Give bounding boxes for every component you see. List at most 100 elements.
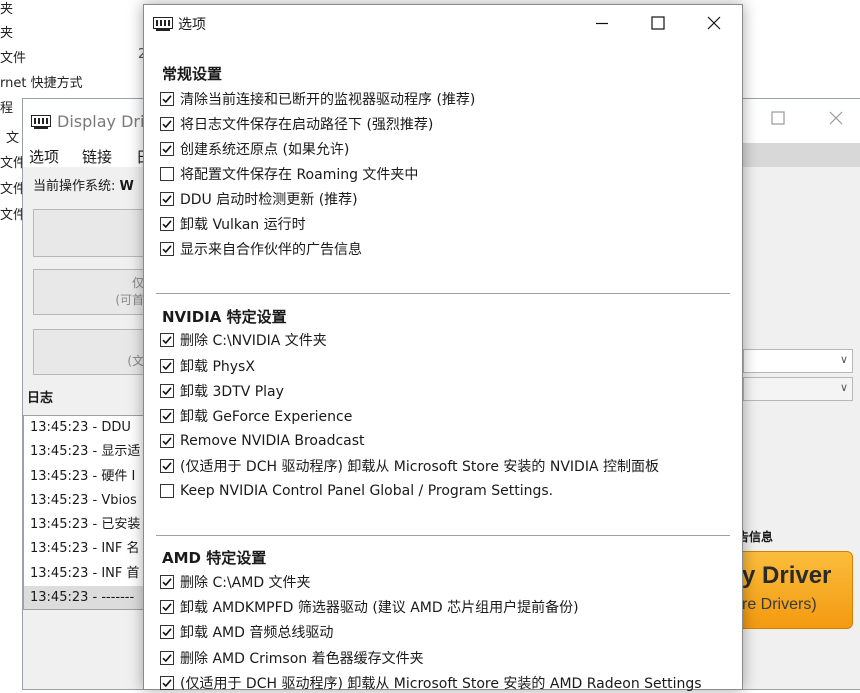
checkbox[interactable] <box>160 384 174 398</box>
banner-line: re Drivers) <box>742 596 817 613</box>
option-save-config-roaming[interactable]: 将配置文件保存在 Roaming 文件夹中 <box>160 164 418 184</box>
checkbox[interactable] <box>160 434 174 448</box>
option-remove-amdkmpfd[interactable]: 卸载 AMDKMPFD 筛选器驱动 (建议 AMD 芯片组用户提前备份) <box>160 597 579 617</box>
checkmark-icon <box>162 462 172 471</box>
menu-links[interactable]: 链接 <box>82 146 112 167</box>
close-icon[interactable] <box>829 109 843 130</box>
log-list[interactable]: 13:45:23 - DDU 13:45:23 - 显示适 13:45:23 -… <box>23 415 148 610</box>
option-label: 将配置文件保存在 Roaming 文件夹中 <box>180 167 419 183</box>
checkbox[interactable] <box>160 600 174 614</box>
option-remove-store-radeon-settings[interactable]: (仅适用于 DCH 驱动程序) 卸载从 Microsoft Store 安装的 … <box>160 673 702 693</box>
option-label: DDU 启动时检测更新 (推荐) <box>180 192 358 208</box>
checkmark-icon <box>162 95 172 104</box>
clean-shutdown-button[interactable]: (文 <box>33 329 149 375</box>
log-line[interactable]: 13:45:23 - 硬件 I <box>24 465 147 489</box>
checkbox[interactable] <box>160 217 174 231</box>
log-label: 日志 <box>27 391 54 406</box>
dialog-title: 选项 <box>178 17 206 33</box>
checkmark-icon <box>162 628 172 637</box>
sponsor-banner[interactable]: y Driver re Drivers) <box>733 551 853 629</box>
explorer-item[interactable]: 程 <box>0 97 13 116</box>
maximize-icon[interactable] <box>771 109 785 130</box>
checkmark-icon <box>162 120 172 129</box>
option-check-updates[interactable]: DDU 启动时检测更新 (推荐) <box>160 189 358 209</box>
close-button[interactable] <box>690 5 738 41</box>
close-icon <box>707 16 721 30</box>
ddu-app-icon <box>31 113 51 133</box>
log-line[interactable]: 13:45:23 - 显示适 <box>24 440 147 464</box>
option-show-partner-ads[interactable]: 显示来自合作伙伴的广告信息 <box>160 239 362 259</box>
option-remove-physx[interactable]: 卸载 PhysX <box>160 356 255 376</box>
option-create-restore-point[interactable]: 创建系统还原点 (如果允许) <box>160 139 349 159</box>
checkmark-icon <box>162 195 172 204</box>
device-select[interactable]: ∨ <box>743 377 853 401</box>
checkbox[interactable] <box>160 409 174 423</box>
explorer-item[interactable]: 夹 <box>0 0 13 17</box>
section-divider <box>156 535 730 536</box>
explorer-item[interactable]: 文件 <box>0 47 26 66</box>
option-label: 卸载 Vulkan 运行时 <box>180 217 306 233</box>
checkmark-icon <box>162 387 172 396</box>
option-save-log-startup-path[interactable]: 将日志文件保存在启动路径下 (强烈推荐) <box>160 114 433 134</box>
log-line[interactable]: 13:45:23 - INF 首 <box>24 562 147 586</box>
checkbox[interactable] <box>160 242 174 256</box>
option-delete-crimson-shader-cache[interactable]: 删除 AMD Crimson 着色器缓存文件夹 <box>160 648 424 668</box>
clean-restart-button[interactable] <box>33 209 149 257</box>
clean-no-restart-button[interactable]: 仅 (可首 <box>33 269 149 315</box>
option-keep-nvidia-control-panel-settings[interactable]: Keep NVIDIA Control Panel Global / Progr… <box>160 481 553 501</box>
checkbox[interactable] <box>160 333 174 347</box>
option-remove-geforce-experience[interactable]: 卸载 GeForce Experience <box>160 406 352 426</box>
log-line[interactable]: 13:45:23 - Vbios <box>24 489 147 513</box>
device-type-select[interactable]: ∨ <box>743 349 853 373</box>
checkbox[interactable] <box>160 459 174 473</box>
log-line[interactable]: 13:45:23 - INF 名 <box>24 537 147 561</box>
checkmark-icon <box>162 145 172 154</box>
checkmark-icon <box>162 437 172 446</box>
checkbox[interactable] <box>160 92 174 106</box>
option-remove-store-nvidia-control-panel[interactable]: (仅适用于 DCH 驱动程序) 卸载从 Microsoft Store 安装的 … <box>160 456 659 476</box>
log-line[interactable]: 13:45:23 - 已安装 <box>24 513 147 537</box>
option-label: 将日志文件保存在启动路径下 (强烈推荐) <box>180 117 434 133</box>
option-delete-nvidia-folder[interactable]: 删除 C:\NVIDIA 文件夹 <box>160 330 327 350</box>
checkmark-icon <box>162 220 172 229</box>
option-label: 显示来自合作伙伴的广告信息 <box>180 242 362 258</box>
option-remove-amd-audio-bus[interactable]: 卸载 AMD 音频总线驱动 <box>160 622 333 642</box>
option-label: 创建系统还原点 (如果允许) <box>180 142 350 158</box>
checkbox[interactable] <box>160 625 174 639</box>
explorer-item[interactable]: rnet 快捷方式 <box>0 72 83 91</box>
option-remove-nvidia-broadcast[interactable]: Remove NVIDIA Broadcast <box>160 431 365 451</box>
checkbox[interactable] <box>160 484 174 498</box>
os-label: 当前操作系统: <box>33 179 116 194</box>
option-clean-monitor-drivers[interactable]: 清除当前连接和已断开的监视器驱动程序 (推荐) <box>160 89 475 109</box>
option-label: 卸载 AMD 音频总线驱动 <box>180 625 334 641</box>
option-label: (仅适用于 DCH 驱动程序) 卸载从 Microsoft Store 安装的 … <box>180 676 702 692</box>
menu-options[interactable]: 选项 <box>29 146 59 167</box>
option-remove-3dtv-play[interactable]: 卸载 3DTV Play <box>160 381 284 401</box>
checkbox[interactable] <box>160 575 174 589</box>
option-label: 删除 AMD Crimson 着色器缓存文件夹 <box>180 651 424 667</box>
checkbox[interactable] <box>160 167 174 181</box>
checkmark-icon <box>162 336 172 345</box>
option-delete-amd-folder[interactable]: 删除 C:\AMD 文件夹 <box>160 572 311 592</box>
chevron-down-icon: ∨ <box>839 353 848 366</box>
button-line: 仅 <box>131 276 144 290</box>
log-line[interactable]: 13:45:23 - DDU <box>24 416 147 440</box>
checkbox[interactable] <box>160 651 174 665</box>
explorer-item[interactable]: 文 <box>6 127 19 146</box>
explorer-item[interactable]: 夹 <box>0 22 13 41</box>
option-remove-vulkan[interactable]: 卸载 Vulkan 运行时 <box>160 214 306 234</box>
checkbox[interactable] <box>160 117 174 131</box>
option-label: 卸载 AMDKMPFD 筛选器驱动 (建议 AMD 芯片组用户提前备份) <box>180 600 579 616</box>
ddu-app-icon <box>153 15 173 35</box>
minimize-button[interactable] <box>578 5 626 41</box>
checkbox[interactable] <box>160 192 174 206</box>
checkmark-icon <box>162 412 172 421</box>
minimize-icon <box>596 22 608 25</box>
checkmark-icon <box>162 578 172 587</box>
checkbox[interactable] <box>160 359 174 373</box>
maximize-button[interactable] <box>634 5 682 41</box>
checkbox[interactable] <box>160 142 174 156</box>
background-window-title: Display Driv <box>57 112 154 131</box>
checkbox[interactable] <box>160 676 174 690</box>
log-line[interactable]: 13:45:23 - ------- <box>24 586 147 609</box>
